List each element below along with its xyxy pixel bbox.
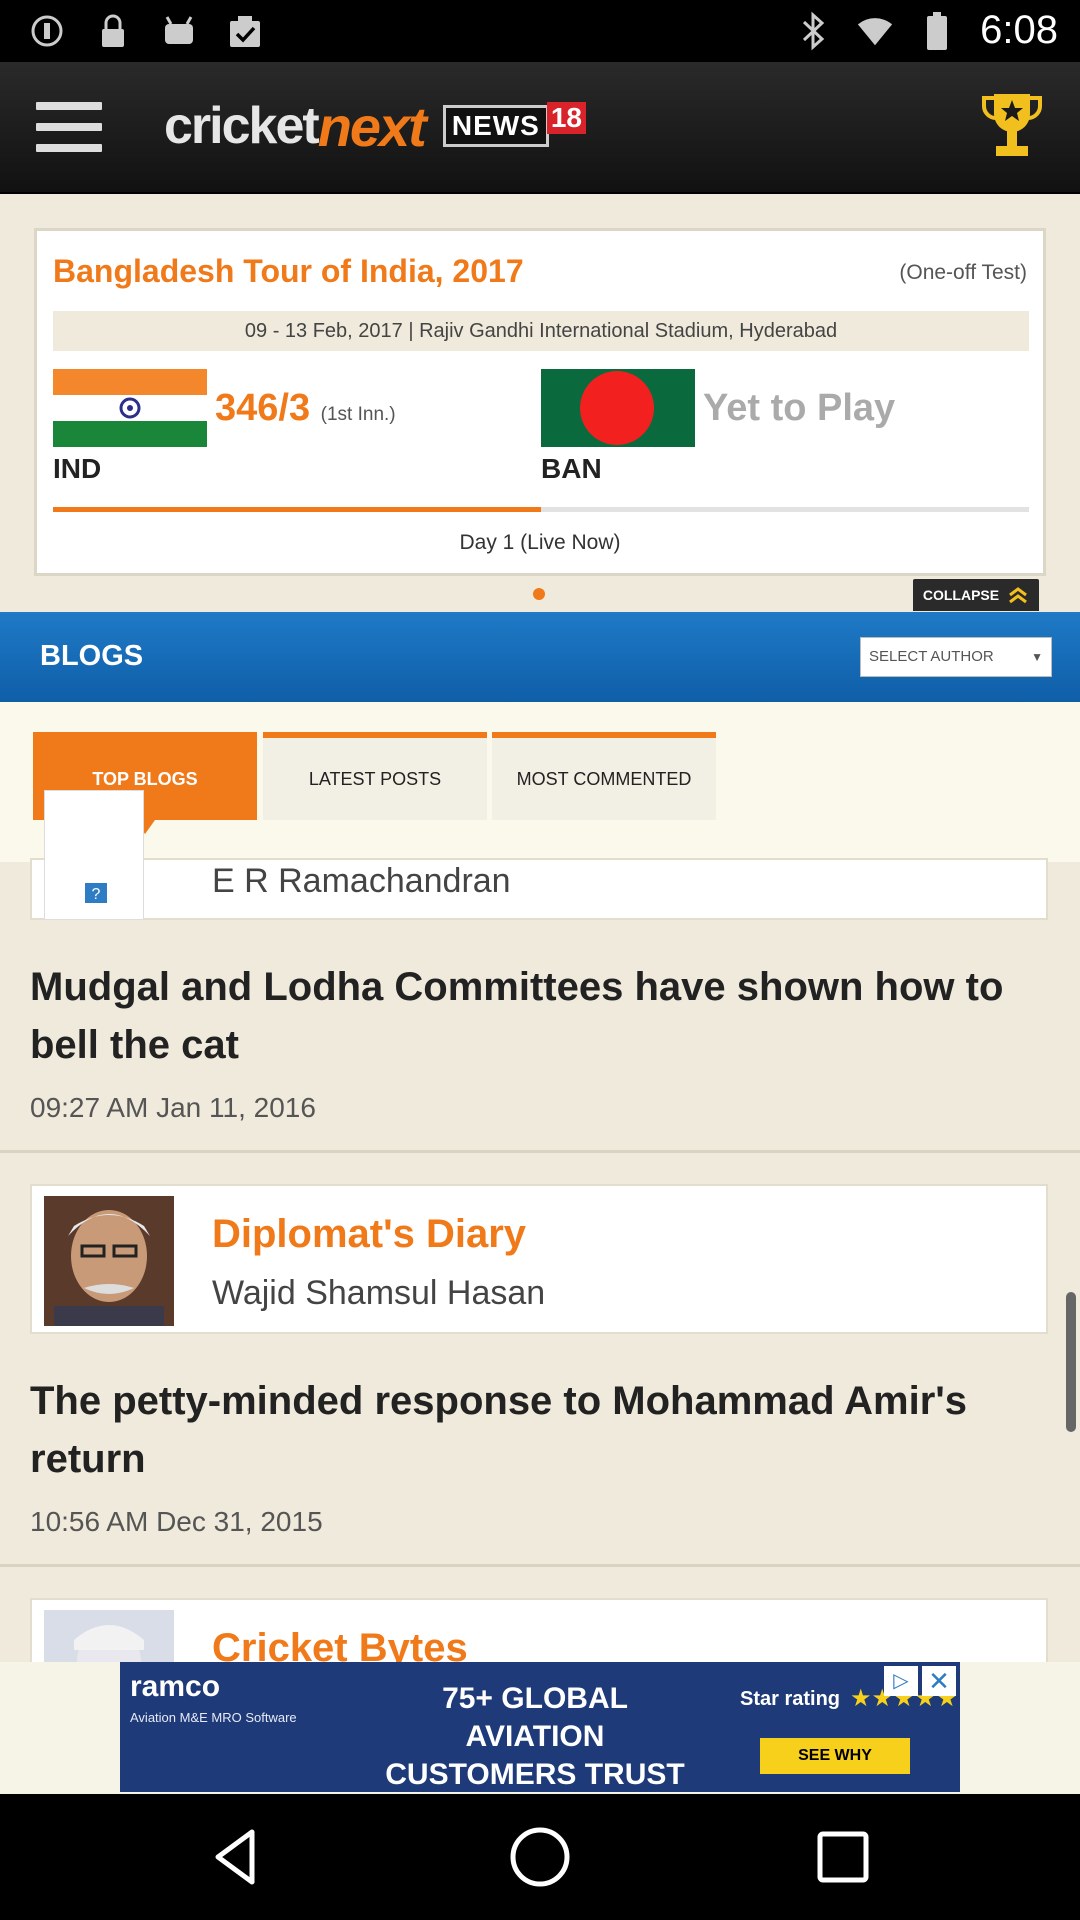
logo-text-cricket: cricket xyxy=(164,97,320,155)
bluetooth-icon xyxy=(794,11,832,50)
ad-cta-button[interactable]: SEE WHY xyxy=(760,1738,910,1774)
bangladesh-flag-icon xyxy=(541,369,695,447)
blog-column-name: Diplomat's Diary xyxy=(212,1212,527,1256)
collapse-label: COLLAPSE xyxy=(922,587,1000,603)
author-name: Wajid Shamsul Hasan xyxy=(212,1274,546,1312)
tab-latest-posts[interactable]: LATEST POSTS xyxy=(263,732,487,820)
team-code: IND xyxy=(53,453,102,484)
logo-text-next: next xyxy=(317,94,427,158)
match-progress-fill xyxy=(53,507,541,512)
blog-column-name: Cricket Bytes xyxy=(212,1626,468,1662)
author-photo xyxy=(44,1196,174,1326)
ad-close-icon[interactable]: ✕ xyxy=(922,1666,956,1696)
team-india: IND 346/3 (1st Inn.) xyxy=(53,369,396,485)
author-row[interactable]: Cricket Bytes xyxy=(30,1598,1048,1662)
series-title: Bangladesh Tour of India, 2017 xyxy=(53,253,524,289)
scrollbar[interactable] xyxy=(1066,1292,1076,1432)
blogs-header: BLOGS SELECT AUTHOR ▼ xyxy=(0,612,1080,702)
author-name: E R Ramachandran xyxy=(212,862,511,900)
author-row[interactable]: Diplomat's Diary Wajid Shamsul Hasan xyxy=(30,1184,1048,1334)
team-status: Yet to Play xyxy=(703,387,896,429)
status-bar: 6:08 xyxy=(0,0,1080,62)
innings-label: (1st Inn.) xyxy=(320,404,396,425)
post-title[interactable]: The petty-minded response to Mohammad Am… xyxy=(30,1372,1050,1488)
ad-info-icon[interactable]: ▷ xyxy=(884,1666,918,1696)
team-score: 346/3 (1st Inn.) xyxy=(215,387,396,430)
select-author-dropdown[interactable]: SELECT AUTHOR ▼ xyxy=(860,637,1052,677)
carousel-dot[interactable] xyxy=(533,588,545,600)
ad-brand-sub: Aviation M&E MRO Software xyxy=(130,1710,297,1725)
team-bangladesh: BAN Yet to Play xyxy=(541,369,895,485)
system-nav-bar xyxy=(0,1794,1080,1920)
back-icon[interactable] xyxy=(206,1824,272,1890)
team-code: BAN xyxy=(541,453,602,484)
battery-icon xyxy=(918,11,956,50)
status-time: 6:08 xyxy=(980,8,1058,52)
dropdown-caret-icon: ▼ xyxy=(1031,650,1043,664)
ad-rating-label: Star rating xyxy=(740,1688,841,1710)
tab-most-commented[interactable]: MOST COMMENTED xyxy=(492,732,716,820)
ad-brand: ramco xyxy=(130,1670,221,1703)
ad-container: ramco Aviation M&E MRO Software 75+ GLOB… xyxy=(0,1662,1080,1794)
divider xyxy=(0,1150,1080,1153)
ad-headline: 75+ GLOBAL AVIATION CUSTOMERS TRUST RAMC… xyxy=(385,1682,685,1791)
android-icon xyxy=(160,12,198,50)
match-progress-bar xyxy=(53,507,1029,512)
app-logo: cricket next NEWS 18 xyxy=(164,94,586,158)
home-icon[interactable] xyxy=(507,1824,573,1890)
match-status: Day 1 (Live Now) xyxy=(459,531,621,554)
india-flag-icon xyxy=(53,369,207,447)
app-header: cricket next NEWS 18 xyxy=(0,62,1080,194)
wifi-icon xyxy=(856,12,894,50)
post-time: 10:56 AM Dec 31, 2015 xyxy=(30,1506,323,1537)
score-value: 346/3 xyxy=(215,387,311,429)
hamburger-icon[interactable] xyxy=(36,102,102,152)
match-venue: 09 - 13 Feb, 2017 | Rajiv Gandhi Interna… xyxy=(53,311,1029,351)
author-thumb: ? xyxy=(44,790,144,920)
post-time: 09:27 AM Jan 11, 2016 xyxy=(30,1092,316,1123)
blogs-title: BLOGS xyxy=(40,640,144,672)
author-row[interactable]: ? E R Ramachandran xyxy=(30,790,1048,920)
select-author-label: SELECT AUTHOR xyxy=(869,648,994,665)
match-type: (One-off Test) xyxy=(899,261,1027,284)
logo-text-news: NEWS xyxy=(442,105,549,147)
svg-text:?: ? xyxy=(92,886,101,903)
notification-icon xyxy=(28,12,66,50)
author-photo xyxy=(44,1610,174,1662)
chevron-up-icon xyxy=(1009,587,1028,604)
clipboard-check-icon xyxy=(226,12,264,50)
lock-icon xyxy=(94,12,132,50)
post-title[interactable]: Mudgal and Lodha Committees have shown h… xyxy=(30,958,1050,1074)
main-content: Bangladesh Tour of India, 2017 (One-off … xyxy=(0,194,1080,1662)
blog-tabs: TOP BLOGS LATEST POSTS MOST COMMENTED xyxy=(0,702,1080,862)
trophy-icon[interactable] xyxy=(980,88,1044,168)
logo-text-18: 18 xyxy=(546,102,586,134)
divider xyxy=(0,1564,1080,1567)
recents-icon[interactable] xyxy=(810,1824,876,1890)
ad-banner[interactable]: ramco Aviation M&E MRO Software 75+ GLOB… xyxy=(120,1662,960,1792)
live-score-card[interactable]: Bangladesh Tour of India, 2017 (One-off … xyxy=(34,228,1046,576)
collapse-button[interactable]: COLLAPSE xyxy=(913,579,1039,611)
